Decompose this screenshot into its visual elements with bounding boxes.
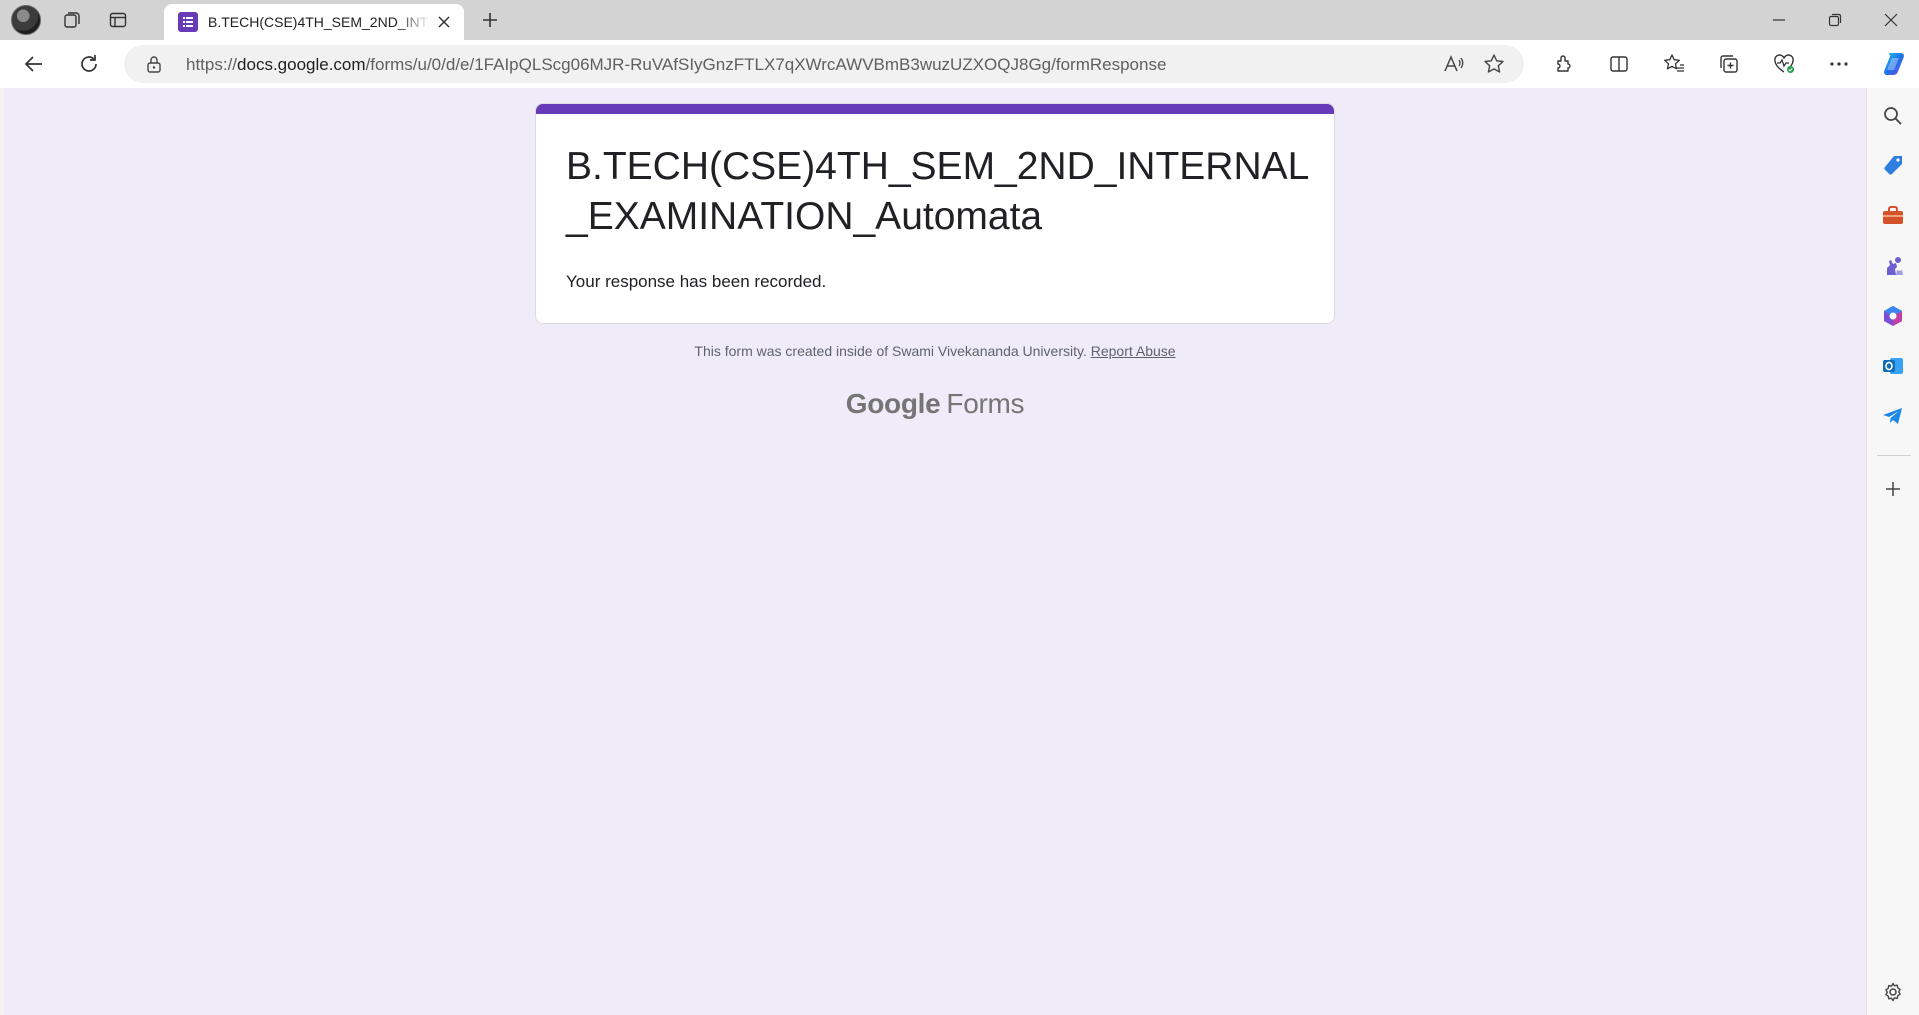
telegram-icon <box>1883 408 1902 424</box>
add-favorite-button[interactable] <box>1474 49 1514 79</box>
edge-sidebar <box>1866 88 1919 1015</box>
new-tab-button[interactable] <box>476 6 504 34</box>
form-title: B.TECH(CSE)4TH_SEM_2ND_INTERNAL_EXAMINAT… <box>566 145 1310 238</box>
extensions-icon <box>1556 55 1571 72</box>
avatar <box>11 5 41 35</box>
footer-note-text: This form was created inside of Swami Vi… <box>694 343 1087 359</box>
sidebar-add-button[interactable] <box>1877 473 1909 505</box>
tab-title: B.TECH(CSE)4TH_SEM_2ND_INTERNAL_EXAMINAT… <box>208 14 430 30</box>
sidebar-settings-button[interactable] <box>1877 976 1909 1008</box>
restore-icon <box>1828 13 1842 27</box>
read-aloud-icon <box>1444 55 1464 72</box>
url-host: docs.google.com <box>237 55 366 74</box>
browser-essentials-icon <box>1773 54 1794 73</box>
refresh-button[interactable] <box>71 46 107 82</box>
google-forms-logo[interactable]: Google Forms <box>4 388 1866 420</box>
report-abuse-link[interactable]: Report Abuse <box>1091 343 1176 359</box>
extensions-button[interactable] <box>1536 46 1591 82</box>
minimize-button[interactable] <box>1751 0 1807 40</box>
window-controls <box>1751 0 1919 40</box>
restore-button[interactable] <box>1807 0 1863 40</box>
favorite-star-icon <box>1484 54 1504 73</box>
favorites-button[interactable] <box>1646 46 1701 82</box>
more-options-button[interactable] <box>1811 46 1866 82</box>
sidebar-tools-button[interactable] <box>1877 200 1909 232</box>
title-bar: B.TECH(CSE)4TH_SEM_2ND_INTERNAL_EXAMINAT… <box>0 0 1919 40</box>
collections-button[interactable] <box>1701 46 1756 82</box>
plus-icon <box>483 13 497 27</box>
browser-essentials-button[interactable] <box>1756 46 1811 82</box>
back-button[interactable] <box>16 46 52 82</box>
google-forms-icon <box>178 12 198 32</box>
tools-icon <box>1883 206 1903 224</box>
refresh-icon <box>81 55 97 72</box>
google-wordmark: Google <box>845 388 941 419</box>
workspaces-icon <box>64 12 80 28</box>
favorites-icon <box>1663 54 1684 72</box>
url-prefix: https:// <box>186 55 238 74</box>
collections-icon <box>1719 55 1738 73</box>
tab-actions-icon <box>109 12 127 28</box>
sidebar-divider <box>1877 455 1911 456</box>
tab-close-button[interactable] <box>434 12 454 32</box>
sidebar-search-button[interactable] <box>1877 100 1909 132</box>
profile-button[interactable] <box>6 0 46 40</box>
games-icon <box>1887 257 1903 275</box>
add-icon <box>1886 482 1900 496</box>
sidebar-outlook-button[interactable] <box>1877 350 1909 382</box>
close-icon <box>1884 13 1898 27</box>
sidebar-shopping-button[interactable] <box>1877 150 1909 182</box>
workspaces-button[interactable] <box>52 0 92 40</box>
shopping-icon <box>1884 156 1902 175</box>
copilot-icon <box>1884 53 1904 76</box>
outlook-icon <box>1883 358 1903 374</box>
back-arrow-icon <box>24 56 42 72</box>
card-accent-bar <box>536 104 1334 114</box>
page-content: B.TECH(CSE)4TH_SEM_2ND_INTERNAL_EXAMINAT… <box>4 88 1866 1015</box>
copilot-button[interactable] <box>1876 46 1912 82</box>
response-recorded-message: Your response has been recorded. <box>566 272 827 291</box>
form-footer-note: This form was created inside of Swami Vi… <box>4 343 1866 359</box>
lock-icon[interactable] <box>144 54 164 74</box>
address-bar-actions <box>1434 49 1514 79</box>
close-window-button[interactable] <box>1863 0 1919 40</box>
toolbar-actions <box>1536 46 1866 82</box>
forms-wordmark: Forms <box>946 388 1025 419</box>
url-path: /forms/u/0/d/e/1FAIpQLScg06MJR-RuVAfSIyG… <box>365 55 1167 74</box>
minimize-icon <box>1773 19 1785 21</box>
sidebar-microsoft365-button[interactable] <box>1877 300 1909 332</box>
browser-tab[interactable]: B.TECH(CSE)4TH_SEM_2ND_INTERNAL_EXAMINAT… <box>164 4 464 40</box>
more-options-icon <box>1829 62 1848 66</box>
url-text[interactable]: https://docs.google.com/forms/u/0/d/e/1F… <box>186 55 1166 75</box>
microsoft365-icon <box>1884 306 1902 326</box>
address-bar[interactable]: https://docs.google.com/forms/u/0/d/e/1F… <box>124 45 1524 83</box>
browser-toolbar: https://docs.google.com/forms/u/0/d/e/1F… <box>0 40 1919 88</box>
read-aloud-button[interactable] <box>1434 49 1474 79</box>
sidebar-telegram-button[interactable] <box>1877 400 1909 432</box>
tab-actions-button[interactable] <box>98 0 138 40</box>
split-screen-icon <box>1609 56 1628 72</box>
split-screen-button[interactable] <box>1591 46 1646 82</box>
form-response-card: B.TECH(CSE)4TH_SEM_2ND_INTERNAL_EXAMINAT… <box>535 103 1335 324</box>
settings-icon <box>1885 982 1901 1002</box>
close-icon <box>438 16 450 28</box>
sidebar-games-button[interactable] <box>1877 250 1909 282</box>
search-icon <box>1884 107 1902 125</box>
